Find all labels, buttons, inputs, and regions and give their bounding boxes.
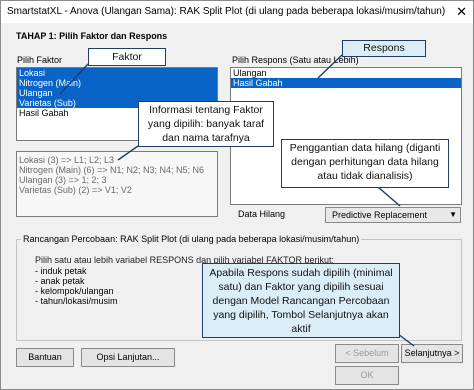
faktor-arrow: [59, 63, 89, 95]
missing-data-callout: Penggantian data hilang (diganti dengan …: [281, 139, 449, 188]
missing-arrow: [377, 186, 401, 207]
next-button-callout: Apabila Respons sudah dipilih (minimal s…: [202, 263, 400, 338]
faktor-callout: Faktor: [88, 48, 166, 66]
respons-arrow: [317, 54, 343, 79]
respons-callout: Respons: [342, 40, 426, 57]
next-arrow: [397, 333, 415, 347]
info-arrow: [117, 145, 139, 161]
info-callout: Informasi tentang Faktor yang dipilih: b…: [138, 101, 274, 147]
